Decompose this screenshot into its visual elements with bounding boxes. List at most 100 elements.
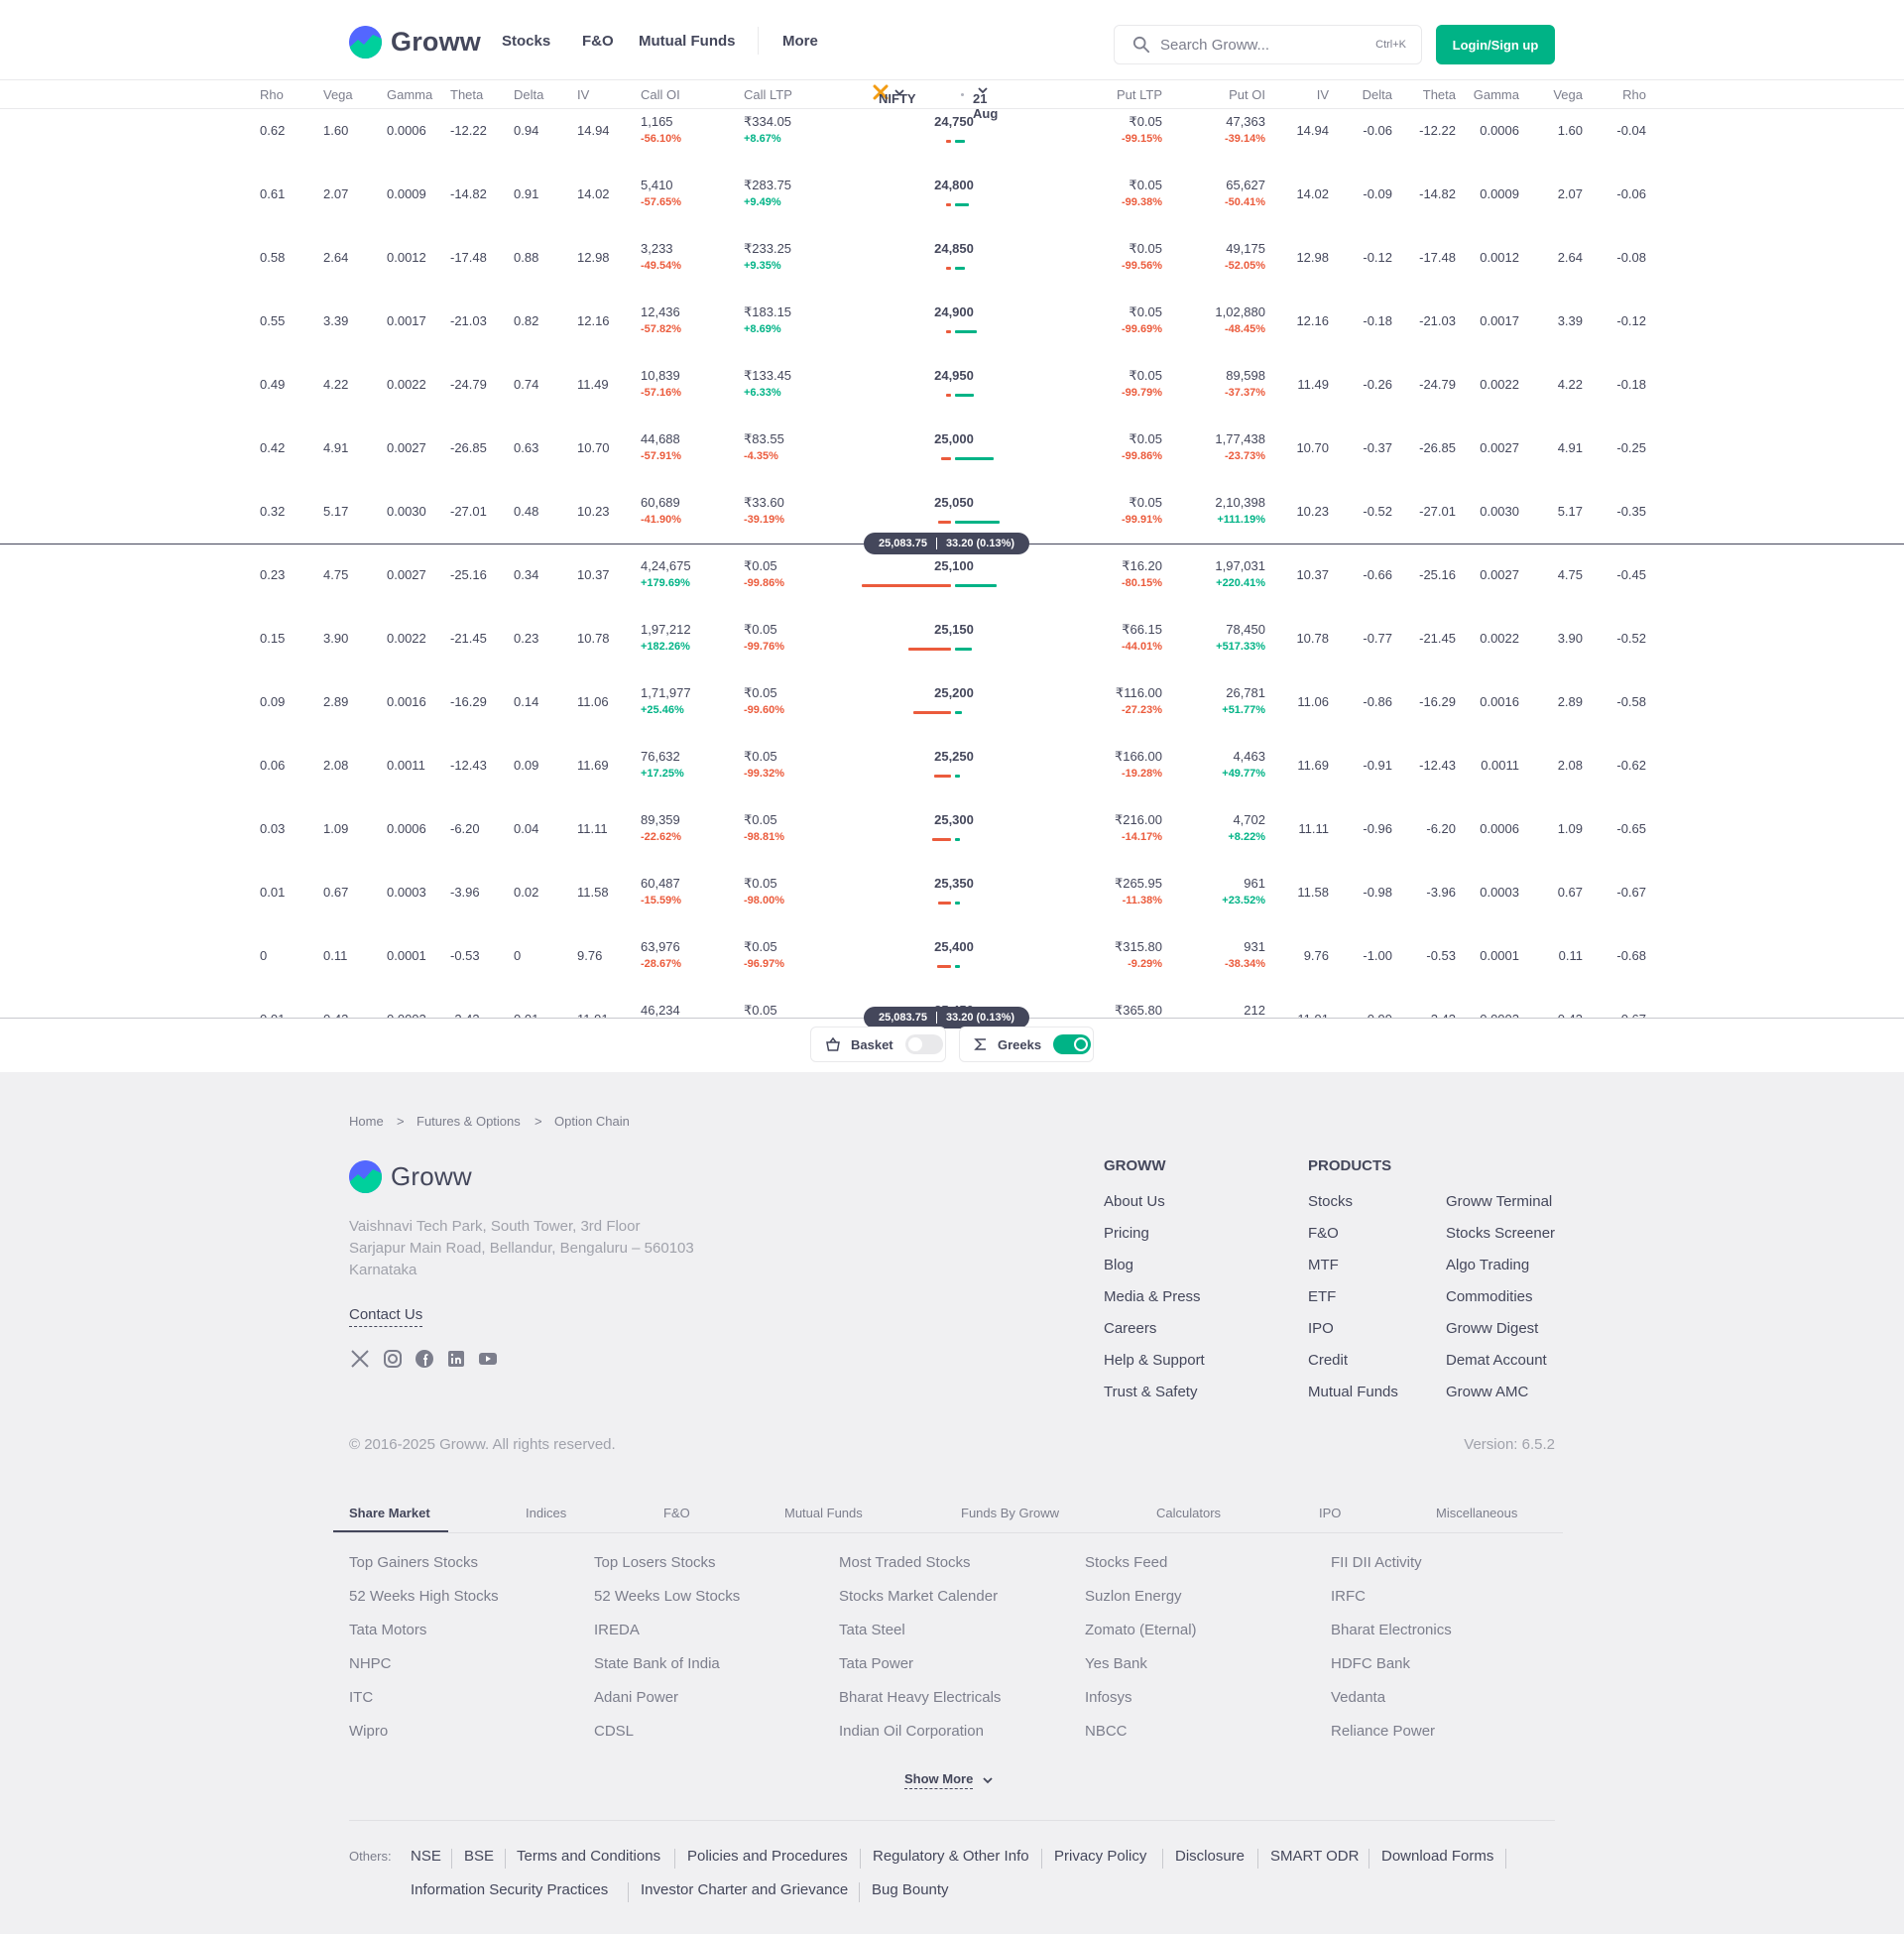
put-ltp[interactable]: ₹0.05 — [1129, 178, 1162, 193]
call-ltp[interactable]: ₹133.45 — [744, 368, 791, 384]
share-market-link[interactable]: Bharat Heavy Electricals — [839, 1689, 1001, 1706]
index-selector[interactable]: NIFTY — [873, 84, 916, 106]
share-market-link[interactable]: Tata Motors — [349, 1622, 426, 1638]
option-row[interactable]: 0.09 2.89 0.0016 -16.29 0.14 11.06 1,71,977 +25… — [0, 680, 1904, 744]
share-market-link[interactable]: Zomato (Eternal) — [1085, 1622, 1197, 1638]
call-ltp[interactable]: ₹83.55 — [744, 431, 784, 447]
put-ltp[interactable]: ₹66.15 — [1122, 622, 1162, 638]
nav-more[interactable]: More — [782, 33, 818, 50]
show-more-button[interactable]: Show More — [904, 1771, 994, 1789]
footer-logo[interactable]: Groww — [349, 1160, 472, 1193]
basket-switch[interactable] — [904, 1034, 943, 1054]
share-market-link[interactable]: IREDA — [594, 1622, 640, 1638]
option-row[interactable]: 0.23 4.75 0.0027 -25.16 0.34 10.37 4,24,675 +17… — [0, 553, 1904, 617]
put-ltp[interactable]: ₹0.05 — [1129, 304, 1162, 320]
greeks-toggle[interactable]: Greeks — [959, 1027, 1094, 1062]
option-row[interactable]: 0.61 2.07 0.0009 -14.82 0.91 14.02 5,410 -57.65… — [0, 173, 1904, 236]
others-link[interactable]: Disclosure — [1175, 1848, 1245, 1865]
call-ltp[interactable]: ₹0.05 — [744, 939, 777, 955]
product-link[interactable]: IPO — [1308, 1320, 1334, 1337]
youtube-icon[interactable] — [477, 1348, 499, 1370]
option-row[interactable]: 0.55 3.39 0.0017 -21.03 0.82 12.16 12,436 -57.8… — [0, 300, 1904, 363]
greeks-switch[interactable] — [1053, 1034, 1092, 1054]
instagram-icon[interactable] — [382, 1348, 404, 1370]
share-market-link[interactable]: 52 Weeks Low Stocks — [594, 1588, 740, 1605]
share-market-link[interactable]: Suzlon Energy — [1085, 1588, 1182, 1605]
share-market-link[interactable]: NBCC — [1085, 1723, 1128, 1740]
product-link[interactable]: Commodities — [1446, 1288, 1533, 1305]
footer-tab[interactable]: Indices — [526, 1506, 566, 1520]
call-ltp[interactable]: ₹0.05 — [744, 749, 777, 765]
share-market-link[interactable]: Stocks Market Calender — [839, 1588, 998, 1605]
product-link[interactable]: Stocks Screener — [1446, 1225, 1555, 1242]
footer-link[interactable]: Blog — [1104, 1257, 1133, 1273]
others-link[interactable]: Download Forms — [1381, 1848, 1493, 1865]
product-link[interactable]: MTF — [1308, 1257, 1339, 1273]
nav-stocks[interactable]: Stocks — [502, 33, 550, 50]
call-ltp[interactable]: ₹334.05 — [744, 114, 791, 130]
put-ltp[interactable]: ₹166.00 — [1115, 749, 1162, 765]
share-market-link[interactable]: Tata Power — [839, 1655, 913, 1672]
put-ltp[interactable]: ₹0.05 — [1129, 495, 1162, 511]
product-link[interactable]: Groww Terminal — [1446, 1193, 1552, 1210]
others-link[interactable]: SMART ODR — [1270, 1848, 1359, 1865]
share-market-link[interactable]: Top Losers Stocks — [594, 1554, 716, 1571]
breadcrumb-home[interactable]: Home — [349, 1114, 384, 1129]
footer-tab[interactable]: Funds By Groww — [961, 1506, 1059, 1520]
footer-tab[interactable]: Mutual Funds — [784, 1506, 863, 1520]
groww-logo[interactable]: Groww — [349, 26, 481, 59]
share-market-link[interactable]: Stocks Feed — [1085, 1554, 1167, 1571]
search-bar[interactable]: Search Groww... Ctrl+K — [1114, 25, 1422, 64]
linkedin-icon[interactable] — [445, 1348, 467, 1370]
others-link[interactable]: Privacy Policy — [1054, 1848, 1146, 1865]
share-market-link[interactable]: Tata Steel — [839, 1622, 905, 1638]
call-ltp[interactable]: ₹33.60 — [744, 495, 784, 511]
product-link[interactable]: Algo Trading — [1446, 1257, 1529, 1273]
others-link[interactable]: Information Security Practices — [411, 1881, 608, 1898]
share-market-link[interactable]: FII DII Activity — [1331, 1554, 1422, 1571]
put-ltp[interactable]: ₹0.05 — [1129, 431, 1162, 447]
share-market-link[interactable]: 52 Weeks High Stocks — [349, 1588, 499, 1605]
product-link[interactable]: Groww Digest — [1446, 1320, 1538, 1337]
put-ltp[interactable]: ₹315.80 — [1115, 939, 1162, 955]
put-ltp[interactable]: ₹0.05 — [1129, 114, 1162, 130]
contact-us-link[interactable]: Contact Us — [349, 1306, 423, 1327]
footer-link[interactable]: Help & Support — [1104, 1352, 1205, 1369]
call-ltp[interactable]: ₹0.05 — [744, 685, 777, 701]
share-market-link[interactable]: IRFC — [1331, 1588, 1366, 1605]
option-row[interactable]: 0.15 3.90 0.0022 -21.45 0.23 10.78 1,97,212 +18… — [0, 617, 1904, 680]
put-ltp[interactable]: ₹116.00 — [1116, 685, 1162, 701]
share-market-link[interactable]: Wipro — [349, 1723, 388, 1740]
share-market-link[interactable]: Vedanta — [1331, 1689, 1385, 1706]
footer-link[interactable]: Pricing — [1104, 1225, 1149, 1242]
option-row[interactable]: 0.58 2.64 0.0012 -17.48 0.88 12.98 3,233 -49.54… — [0, 236, 1904, 300]
option-row[interactable]: 0.49 4.22 0.0022 -24.79 0.74 11.49 10,839 -57.1… — [0, 363, 1904, 426]
others-link[interactable]: Bug Bounty — [872, 1881, 949, 1898]
call-ltp[interactable]: ₹0.05 — [744, 622, 777, 638]
others-link[interactable]: Policies and Procedures — [687, 1848, 848, 1865]
option-row[interactable]: 0.42 4.91 0.0027 -26.85 0.63 10.70 44,688 -57.9… — [0, 426, 1904, 490]
call-ltp[interactable]: ₹0.05 — [744, 876, 777, 892]
breadcrumb-fno[interactable]: Futures & Options — [416, 1114, 521, 1129]
call-ltp[interactable]: ₹0.05 — [744, 1003, 777, 1018]
share-market-link[interactable]: Indian Oil Corporation — [839, 1723, 984, 1740]
footer-link[interactable]: Careers — [1104, 1320, 1156, 1337]
footer-link[interactable]: Trust & Safety — [1104, 1384, 1197, 1400]
others-link[interactable]: Regulatory & Other Info — [873, 1848, 1029, 1865]
put-ltp[interactable]: ₹0.05 — [1129, 368, 1162, 384]
footer-tab[interactable]: Miscellaneous — [1436, 1506, 1517, 1520]
facebook-icon[interactable] — [414, 1348, 435, 1370]
product-link[interactable]: Mutual Funds — [1308, 1384, 1398, 1400]
share-market-link[interactable]: Top Gainers Stocks — [349, 1554, 478, 1571]
footer-link[interactable]: Media & Press — [1104, 1288, 1201, 1305]
nav-mutual-funds[interactable]: Mutual Funds — [639, 33, 736, 50]
basket-toggle[interactable]: Basket — [810, 1027, 946, 1062]
call-ltp[interactable]: ₹283.75 — [744, 178, 791, 193]
call-ltp[interactable]: ₹233.25 — [744, 241, 791, 257]
product-link[interactable]: Credit — [1308, 1352, 1348, 1369]
x-icon[interactable] — [349, 1348, 371, 1370]
product-link[interactable]: ETF — [1308, 1288, 1336, 1305]
others-link[interactable]: NSE — [411, 1848, 441, 1865]
put-ltp[interactable]: ₹216.00 — [1115, 812, 1162, 828]
footer-tab[interactable]: Calculators — [1156, 1506, 1221, 1520]
